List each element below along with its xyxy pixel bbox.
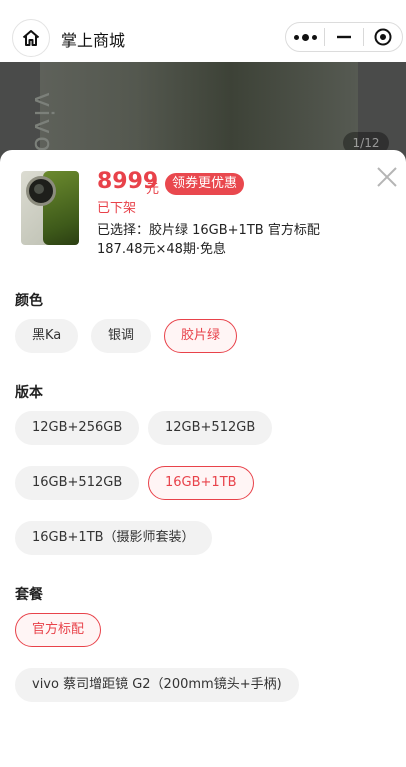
more-button[interactable]	[286, 23, 324, 51]
color-option-black[interactable]: 黑Ka	[15, 319, 79, 353]
version-option-12-512[interactable]: 12GB+512GB	[148, 411, 273, 445]
home-icon	[22, 30, 40, 46]
color-option-silver[interactable]: 银调	[91, 319, 152, 353]
version-section-title: 版本	[15, 385, 43, 401]
color-section-title: 颜色	[15, 293, 43, 309]
page-title: 掌上商城	[61, 31, 126, 50]
sku-selector-sheet: 8999 元 领券更优惠 已下架 已选择：胶片绿 16GB+1TB 官方标配 1…	[0, 150, 406, 767]
close-button[interactable]	[374, 164, 400, 190]
color-option-film-green[interactable]: 胶片绿	[164, 319, 238, 353]
version-option-12-256[interactable]: 12GB+256GB	[15, 411, 140, 445]
selected-spec: 已选择：胶片绿 16GB+1TB 官方标配	[97, 223, 320, 238]
package-option-standard[interactable]: 官方标配	[15, 613, 102, 647]
close-icon	[377, 167, 397, 187]
minimize-icon	[336, 35, 351, 39]
package-option-zeiss-extender[interactable]: vivo 蔡司增距镜 G2（200mm镜头+手柄)	[15, 668, 299, 702]
product-image-carousel[interactable]: vivo 1/12	[0, 62, 406, 162]
product-thumbnail	[21, 171, 79, 245]
more-icon	[293, 33, 317, 41]
sheet-bottom-fade	[0, 718, 406, 767]
package-section-title: 套餐	[15, 587, 43, 603]
price-unit: 元	[146, 182, 160, 197]
mini-program-capsule	[285, 22, 403, 52]
exit-button[interactable]	[364, 23, 402, 51]
version-option-16-1tb[interactable]: 16GB+1TB	[148, 466, 254, 500]
version-option-16-512[interactable]: 16GB+512GB	[15, 466, 140, 500]
coupon-badge[interactable]: 领券更优惠	[165, 173, 245, 195]
product-photo	[40, 62, 358, 162]
stock-status: 已下架	[97, 201, 137, 216]
top-nav-bar: 掌上商城	[0, 0, 406, 62]
home-button[interactable]	[12, 19, 50, 57]
brand-logo: vivo	[28, 92, 58, 154]
version-option-16-1tb-photographer[interactable]: 16GB+1TB（摄影师套装）	[15, 521, 212, 555]
minimize-button[interactable]	[325, 23, 363, 51]
record-circle-icon	[374, 28, 392, 46]
installment-info: 187.48元×48期·免息	[97, 242, 227, 257]
